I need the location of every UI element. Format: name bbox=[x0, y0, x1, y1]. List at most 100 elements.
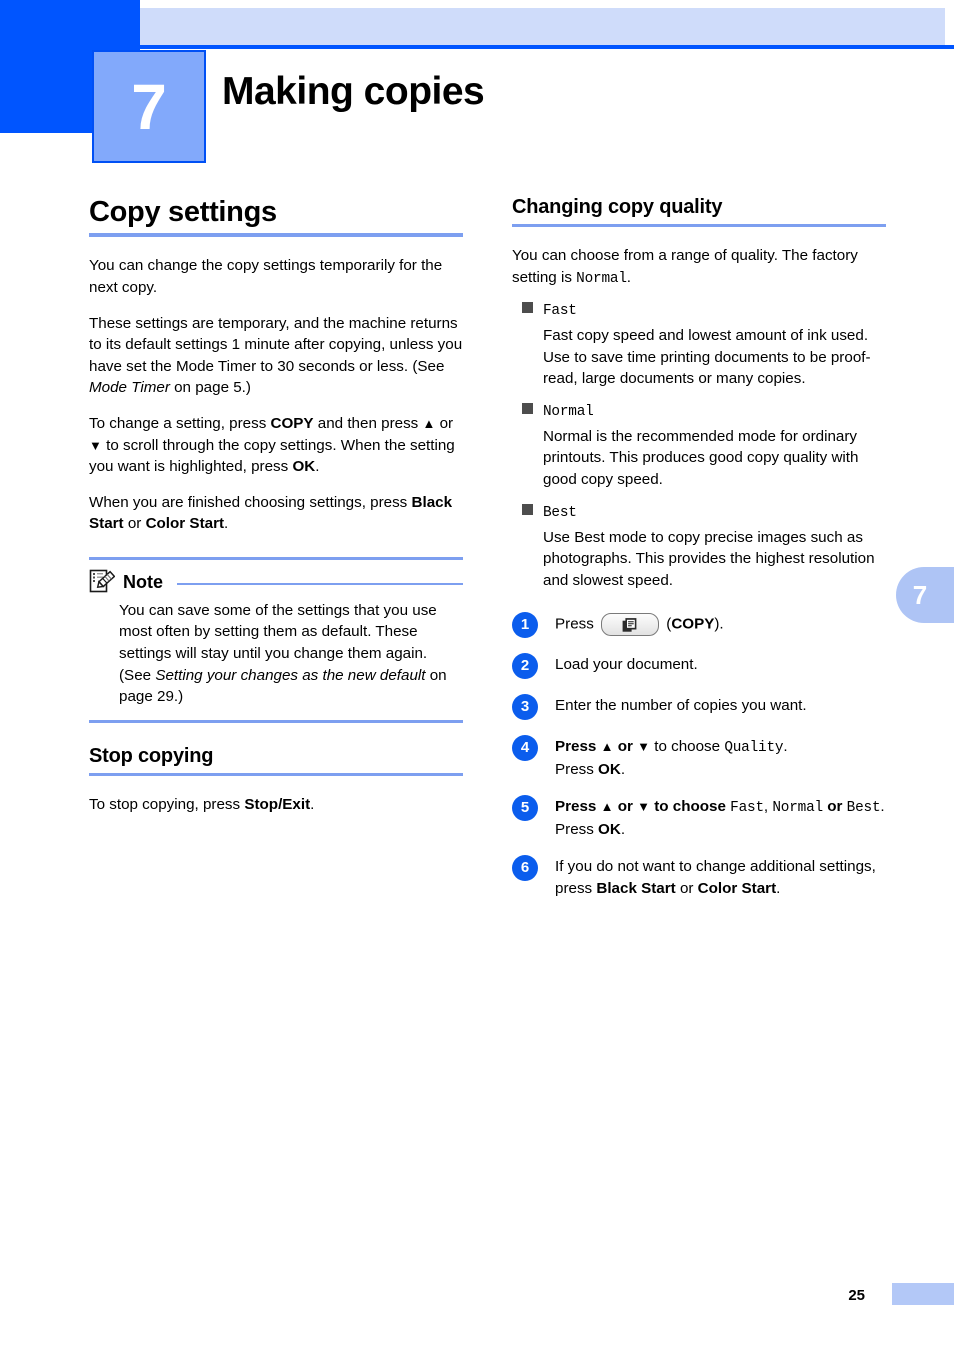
step4-period: . bbox=[783, 738, 788, 756]
para2-text-a: These settings are temporary, and the ma… bbox=[89, 314, 463, 375]
quality-description: Fast copy speed and lowest amount of ink… bbox=[543, 327, 871, 388]
up-arrow-icon: ▲ bbox=[422, 415, 436, 431]
para4-text-end: . bbox=[224, 515, 229, 533]
note-text: You can save some of the settings that y… bbox=[89, 600, 463, 708]
step-number-badge: 1 bbox=[512, 612, 538, 639]
step6-black-start-key: Black Start bbox=[596, 879, 676, 897]
down-arrow-icon: ▼ bbox=[637, 739, 650, 755]
step5-line2-b: . bbox=[620, 820, 626, 838]
paragraph-stop-copying: To stop copying, press Stop/Exit. bbox=[89, 794, 463, 816]
left-column: Copy settings You can change the copy se… bbox=[89, 196, 463, 815]
quality-description: Use Best mode to copy precise images suc… bbox=[543, 528, 875, 589]
section-heading-copy-settings: Copy settings bbox=[89, 196, 277, 228]
quality-term-row: Best bbox=[512, 503, 886, 521]
step1-prefix: Press bbox=[555, 615, 599, 633]
square-bullet-icon bbox=[522, 402, 533, 414]
step4-press: Press bbox=[555, 738, 601, 756]
step1-suffix-b: ). bbox=[714, 615, 724, 633]
step-text: Enter the number of copies you want. bbox=[555, 697, 807, 715]
up-arrow-icon: ▲ bbox=[600, 799, 614, 815]
chapter-title: Making copies bbox=[222, 70, 485, 113]
step4-line2-a: Press bbox=[555, 760, 599, 778]
paragraph-change-setting: To change a setting, press COPY and then… bbox=[89, 413, 463, 478]
down-arrow-icon: ▼ bbox=[89, 437, 102, 453]
step-item-3: 3 Enter the number of copies you want. bbox=[512, 693, 886, 721]
side-page-tab: 7 bbox=[896, 567, 954, 623]
note-block: Note You can save some of the settings t… bbox=[89, 556, 463, 723]
note-header: Note bbox=[89, 569, 463, 595]
step5-mono-best: Best bbox=[846, 800, 881, 817]
para3-text-e: . bbox=[315, 458, 320, 476]
para4-or: or bbox=[123, 515, 146, 533]
stop-text-b: . bbox=[310, 795, 315, 813]
step5-choose: to choose bbox=[650, 798, 731, 816]
paragraph-temporary-settings: These settings are temporary, and the ma… bbox=[89, 313, 463, 399]
step-number-badge: 6 bbox=[512, 855, 538, 882]
quality-description: Normal is the recommended mode for ordin… bbox=[543, 427, 859, 488]
document-page: 7 Making copies 7 Copy settings You can … bbox=[0, 0, 954, 1350]
subheading-rule bbox=[89, 772, 463, 776]
quality-option-fast: Fast Fast copy speed and lowest amount o… bbox=[512, 302, 886, 390]
quality-term-row: Normal bbox=[512, 402, 886, 420]
note-italic-ref: Setting your changes as the new default bbox=[155, 666, 426, 684]
para3-copy-key: COPY bbox=[270, 414, 314, 432]
down-arrow-icon: ▼ bbox=[637, 799, 650, 815]
para2-italic-ref: Mode Timer bbox=[89, 379, 170, 397]
paragraph-finish-settings: When you are finished choosing settings,… bbox=[89, 492, 463, 535]
step-text: Press ▲ or ▼ to choose Quality. Press OK. bbox=[555, 734, 886, 780]
step-number-badge: 2 bbox=[512, 653, 538, 680]
step-text: Press (COPY). bbox=[555, 611, 886, 637]
step-number-badge: 4 bbox=[512, 735, 538, 762]
quality-heading-rule bbox=[512, 224, 886, 227]
chapter-number-badge: 7 bbox=[92, 50, 206, 163]
header-top-rule bbox=[140, 45, 954, 49]
note-header-rule bbox=[177, 582, 463, 585]
step-text: If you do not want to change additional … bbox=[555, 854, 886, 899]
page-number: 25 bbox=[848, 1287, 865, 1304]
step1-suffix-a: ( bbox=[662, 615, 672, 633]
heading-rule bbox=[89, 233, 463, 238]
quality-term-row: Fast bbox=[512, 302, 886, 320]
step5-or: or bbox=[613, 798, 638, 816]
para2-text-b: on page 5.) bbox=[169, 379, 251, 397]
step5-period: . bbox=[880, 798, 885, 816]
quality-option-normal: Normal Normal is the recommended mode fo… bbox=[512, 402, 886, 491]
quality-term: Normal bbox=[543, 403, 594, 420]
paragraph-intro: You can change the copy settings tempora… bbox=[89, 257, 443, 297]
step-number-badge: 3 bbox=[512, 694, 538, 721]
para3-ok-key: OK bbox=[292, 458, 316, 476]
quality-term: Fast bbox=[543, 303, 577, 320]
up-arrow-icon: ▲ bbox=[600, 739, 614, 755]
step5-mono-fast: Fast bbox=[730, 800, 764, 817]
para3-text-a: To change a setting, press bbox=[89, 414, 271, 432]
subsection-heading-stop-copying: Stop copying bbox=[89, 744, 214, 767]
step1-copy-label: COPY bbox=[671, 615, 715, 633]
para3-text-b: and then press bbox=[313, 414, 423, 432]
intro-mono-normal: Normal bbox=[576, 270, 627, 287]
step4-choose: to choose bbox=[650, 738, 725, 756]
intro-text-a: You can choose from a range of quality. … bbox=[512, 247, 858, 286]
copy-key-icon[interactable] bbox=[601, 613, 660, 637]
para4-text-a: When you are finished choosing settings,… bbox=[89, 493, 412, 511]
step4-line2-b: . bbox=[620, 760, 626, 778]
note-label: Note bbox=[123, 571, 163, 592]
side-tab-number: 7 bbox=[912, 580, 928, 610]
quality-term: Best bbox=[543, 504, 577, 521]
chapter-number: 7 bbox=[131, 70, 167, 143]
intro-text-b: . bbox=[626, 268, 632, 286]
step-item-6: 6 If you do not want to change additiona… bbox=[512, 854, 886, 899]
note-pencil-icon bbox=[89, 569, 116, 595]
step4-ok-key: OK bbox=[598, 760, 621, 778]
square-bullet-icon bbox=[522, 503, 533, 515]
step5-line2-a: Press bbox=[555, 820, 599, 838]
stop-exit-key: Stop/Exit bbox=[244, 795, 311, 813]
step-text: Load your document. bbox=[555, 656, 698, 674]
step-item-5: 5 Press ▲ or ▼ to choose Fast, Normal or… bbox=[512, 794, 886, 840]
para4-color-start-key: Color Start bbox=[145, 515, 225, 533]
step-item-2: 2 Load your document. bbox=[512, 652, 886, 680]
step-number-badge: 5 bbox=[512, 795, 538, 822]
step6-text-b: . bbox=[776, 879, 781, 897]
right-column: Changing copy quality You can choose fro… bbox=[512, 196, 886, 913]
quality-option-best: Best Use Best mode to copy precise image… bbox=[512, 503, 886, 592]
step5-ok-key: OK bbox=[598, 820, 621, 838]
